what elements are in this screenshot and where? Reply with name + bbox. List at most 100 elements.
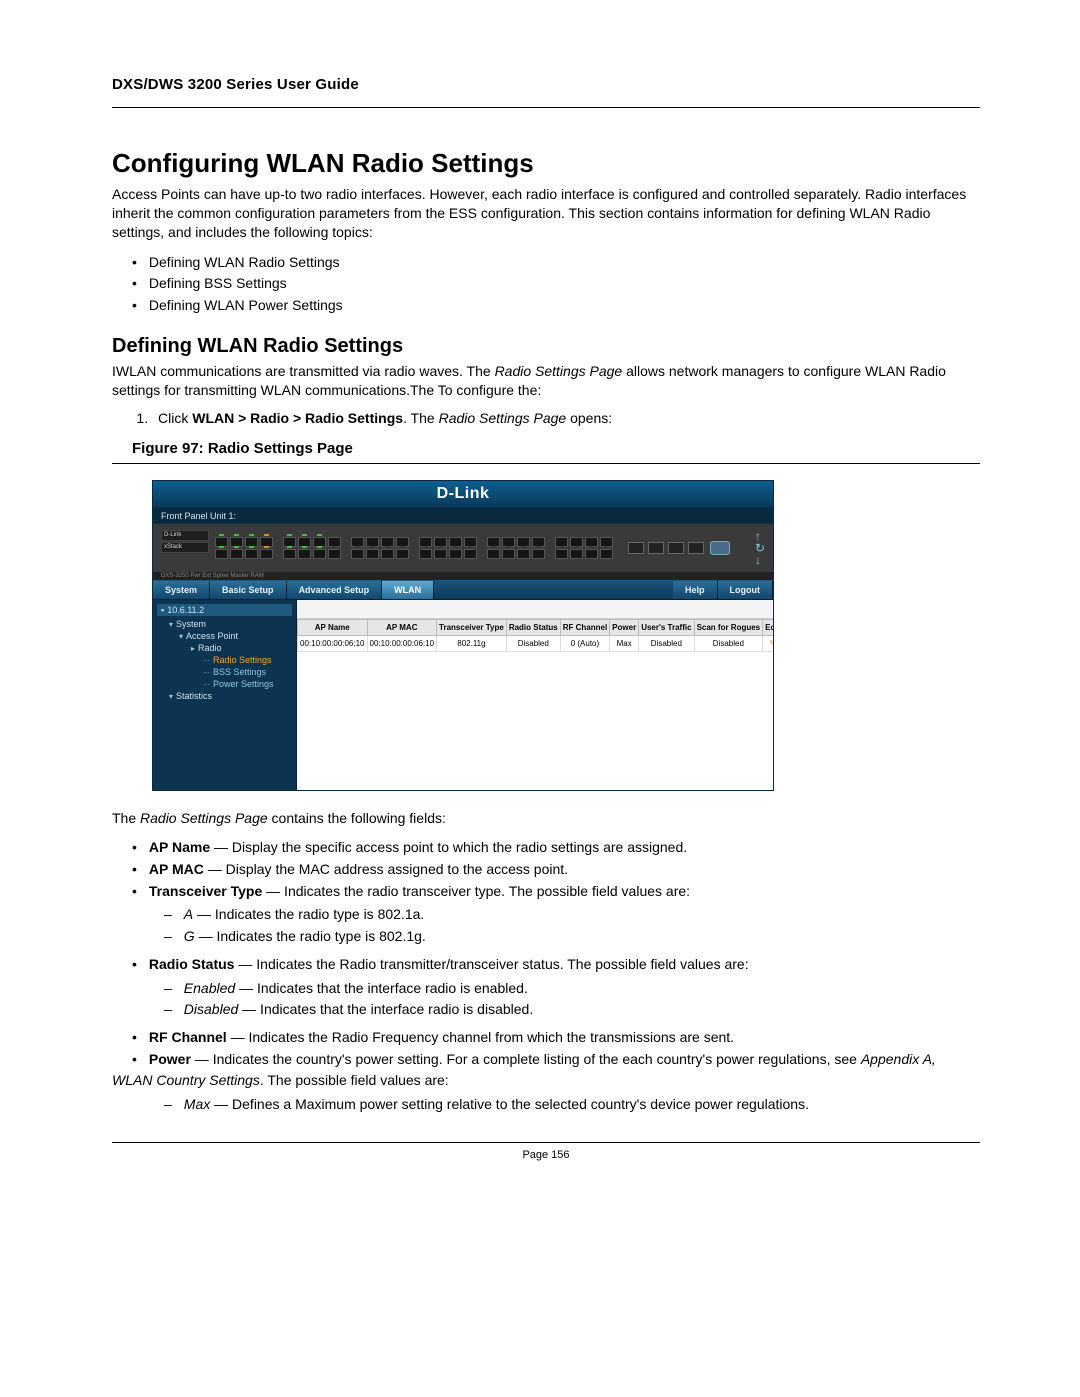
text: The — [112, 810, 140, 826]
field-desc: — Indicates the radio transceiver type. … — [262, 883, 690, 899]
field-name: Power — [149, 1051, 191, 1067]
tab-logout[interactable]: Logout — [718, 581, 774, 599]
page-title: Configuring WLAN Radio Settings — [112, 148, 980, 179]
ethernet-port[interactable] — [260, 549, 273, 559]
value: Disabled — [184, 1001, 238, 1017]
sfp-ports — [626, 542, 704, 554]
footer-rule — [112, 1142, 980, 1143]
cell-power: Max — [610, 635, 639, 651]
steps-list: Click WLAN > Radio > Radio Settings. The… — [112, 410, 980, 426]
tree-node-bss-settings[interactable]: BSS Settings — [157, 666, 292, 678]
tree-node-statistics[interactable]: Statistics — [157, 690, 292, 702]
ethernet-port[interactable] — [555, 549, 568, 559]
tab-wlan[interactable]: WLAN — [382, 581, 434, 599]
ethernet-port[interactable] — [298, 549, 311, 559]
list-item: AP Name — Display the specific access po… — [112, 837, 980, 859]
refresh-icon[interactable]: ↻ — [755, 543, 765, 553]
ethernet-port[interactable] — [517, 549, 530, 559]
list-item: Max — Defines a Maximum power setting re… — [112, 1094, 980, 1116]
panel-scroll-arrows[interactable]: ↑ ↻ ↓ — [755, 531, 765, 565]
ethernet-port[interactable] — [245, 549, 258, 559]
arrow-down-icon[interactable]: ↓ — [755, 555, 765, 565]
arrow-up-icon[interactable]: ↑ — [755, 531, 765, 541]
ethernet-port[interactable] — [570, 549, 583, 559]
col-ap-mac: AP MAC — [367, 619, 437, 635]
port-group — [351, 537, 409, 559]
cell-radio-status: Disabled — [506, 635, 560, 651]
cell-ap-name: 00:10:00:00:06:10 — [298, 635, 368, 651]
field-desc: — Indicates the Radio Frequency channel … — [227, 1029, 734, 1045]
value-desc: — Indicates that the interface radio is … — [235, 980, 528, 996]
tree-root-ip[interactable]: ▪10.6.11.2 — [157, 604, 292, 616]
port-groups — [215, 537, 618, 559]
tab-help[interactable]: Help — [673, 581, 718, 599]
sfp-port[interactable] — [668, 542, 684, 554]
menu-path: WLAN > Radio > Radio Settings — [192, 410, 403, 426]
ethernet-port[interactable] — [215, 549, 228, 559]
topic-list: Defining WLAN Radio Settings Defining BS… — [112, 252, 980, 317]
tree-node-radio[interactable]: Radio — [157, 642, 292, 654]
list-item: AP MAC — Display the MAC address assigne… — [112, 859, 980, 881]
text: . The — [403, 410, 439, 426]
ethernet-port[interactable] — [313, 549, 326, 559]
content-toolbar — [297, 600, 773, 619]
device-status-line: DXS-3250 Pwr Ext Spree Master RAM — [153, 572, 773, 580]
tab-spacer — [434, 581, 673, 599]
ethernet-port[interactable] — [449, 549, 462, 559]
tab-system[interactable]: System — [153, 581, 210, 599]
ethernet-port[interactable] — [532, 549, 545, 559]
ethernet-port[interactable] — [487, 549, 500, 559]
ethernet-port[interactable] — [230, 549, 243, 559]
tab-basic-setup[interactable]: Basic Setup — [210, 581, 287, 599]
value: G — [184, 928, 195, 944]
sfp-port[interactable] — [648, 542, 664, 554]
ethernet-port[interactable] — [419, 549, 432, 559]
cell-rf-channel: 0 (Auto) — [560, 635, 609, 651]
ethernet-port[interactable] — [328, 549, 341, 559]
tree-node-system[interactable]: System — [157, 618, 292, 630]
list-item: Transceiver Type — Indicates the radio t… — [112, 881, 980, 948]
ethernet-port[interactable] — [283, 549, 296, 559]
ethernet-port[interactable] — [434, 549, 447, 559]
tree-node-access-point[interactable]: Access Point — [157, 630, 292, 642]
list-item: Disabled — Indicates that the interface … — [112, 999, 980, 1021]
value-desc: — Indicates the radio type is 802.1a. — [193, 906, 424, 922]
ethernet-port[interactable] — [366, 549, 379, 559]
cell-scan-rogues: Disabled — [694, 635, 763, 651]
list-item: Power — Indicates the country's power se… — [112, 1049, 980, 1116]
text: opens: — [566, 410, 612, 426]
ethernet-port[interactable] — [464, 549, 477, 559]
ethernet-port[interactable] — [381, 549, 394, 559]
field-desc: — Display the specific access point to w… — [210, 839, 687, 855]
table-row: 00:10:00:00:06:10 00:10:00:00:06:10 802.… — [298, 635, 774, 651]
page-number: Page 156 — [112, 1149, 980, 1161]
embedded-screenshot: D-Link Front Panel Unit 1: D-Link xStack… — [152, 480, 774, 791]
ethernet-port[interactable] — [351, 549, 364, 559]
cell-transceiver: 802.11g — [437, 635, 507, 651]
console-port — [710, 541, 730, 555]
nav-tree: ▪10.6.11.2 System Access Point Radio Rad… — [153, 600, 297, 790]
field-name: Radio Status — [149, 956, 235, 972]
edit-icon[interactable]: ✎ — [763, 635, 773, 651]
screenshot-body: ▪10.6.11.2 System Access Point Radio Rad… — [153, 600, 773, 790]
ethernet-port[interactable] — [600, 549, 613, 559]
ethernet-port[interactable] — [585, 549, 598, 559]
tree-node-radio-settings[interactable]: Radio Settings — [157, 654, 292, 666]
figure-caption: Figure 97: Radio Settings Page — [132, 440, 980, 457]
ethernet-port[interactable] — [502, 549, 515, 559]
sfp-port[interactable] — [628, 542, 644, 554]
col-ap-name: AP Name — [298, 619, 368, 635]
list-item: Enabled — Indicates that the interface r… — [112, 978, 980, 1000]
field-name: AP Name — [149, 839, 210, 855]
col-radio-status: Radio Status — [506, 619, 560, 635]
field-desc: . The possible field values are: — [260, 1072, 449, 1088]
front-panel-label: Front Panel Unit 1: — [153, 507, 773, 524]
tab-advanced-setup[interactable]: Advanced Setup — [287, 581, 383, 599]
page-ref: Radio Settings Page — [439, 410, 567, 426]
ethernet-port[interactable] — [396, 549, 409, 559]
value: Max — [184, 1096, 210, 1112]
fields-intro: The Radio Settings Page contains the fol… — [112, 809, 980, 828]
field-name: Transceiver Type — [149, 883, 262, 899]
tree-node-power-settings[interactable]: Power Settings — [157, 678, 292, 690]
sfp-port[interactable] — [688, 542, 704, 554]
